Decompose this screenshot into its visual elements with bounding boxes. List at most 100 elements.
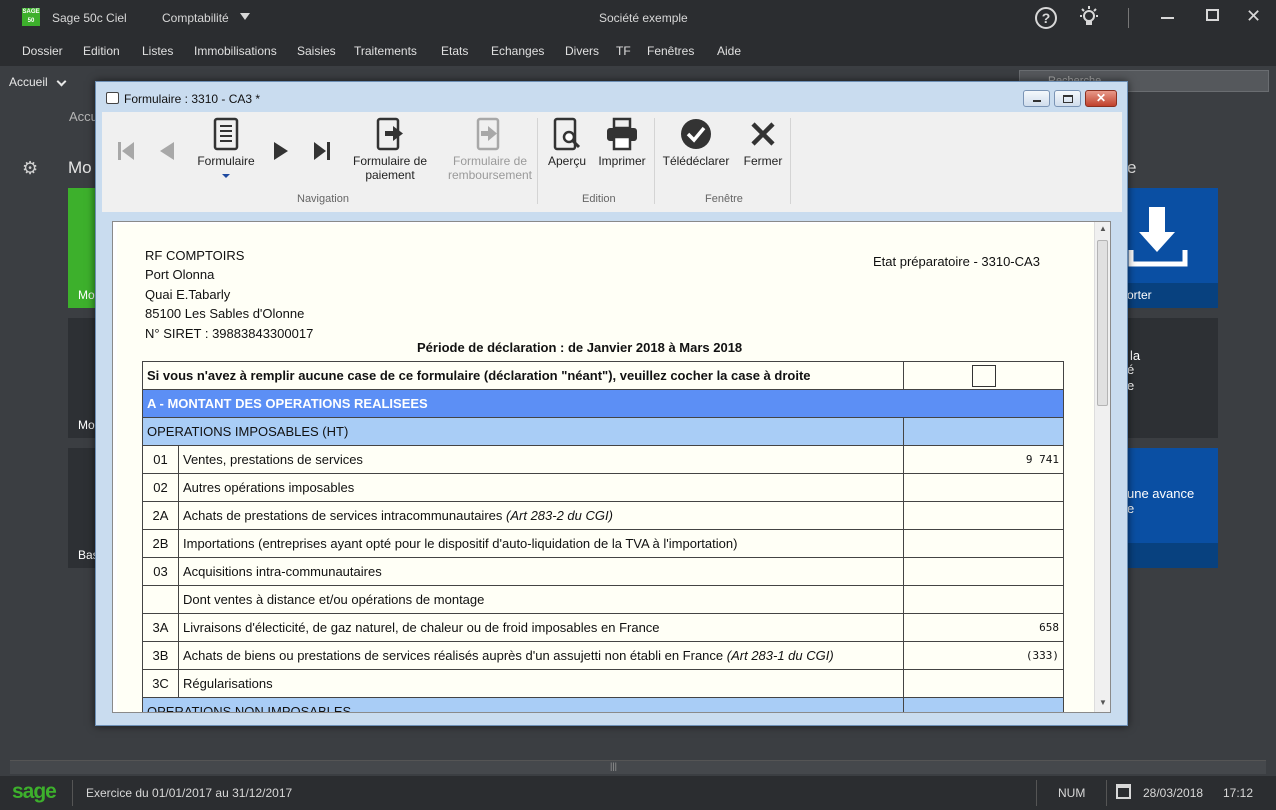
close-icon[interactable]: ✕ bbox=[1246, 6, 1261, 27]
row-value[interactable]: 9 741 bbox=[903, 445, 1064, 474]
row-code: 3C bbox=[142, 669, 179, 698]
current-date: 28/03/2018 bbox=[1143, 786, 1204, 800]
ca3-form-table: Si vous n'avez à remplir aucune case de … bbox=[142, 361, 1064, 712]
form-export-icon bbox=[376, 117, 403, 151]
module-selector[interactable]: Comptabilité bbox=[162, 11, 229, 25]
row-value[interactable] bbox=[903, 529, 1064, 558]
lightbulb-icon[interactable] bbox=[1078, 6, 1100, 30]
preview-icon bbox=[553, 117, 581, 151]
minimize-button[interactable] bbox=[1023, 90, 1050, 107]
menu-fenetres[interactable]: Fenêtres bbox=[647, 44, 694, 58]
last-record-icon[interactable] bbox=[312, 140, 332, 162]
scrollbar-thumb[interactable] bbox=[1097, 240, 1108, 406]
row-label: Régularisations bbox=[178, 669, 904, 698]
document-page: RF COMPTOIRS Port Olonna Quai E.Tabarly … bbox=[117, 224, 1094, 712]
tile-avance[interactable]: une avance e bbox=[1127, 448, 1218, 568]
tile-dark-right[interactable]: la é e bbox=[1127, 318, 1218, 438]
calendar-icon[interactable] bbox=[1116, 784, 1131, 799]
formulaire-paiement-button[interactable]: Formulaire de paiement bbox=[348, 117, 432, 182]
row-value[interactable]: (333) bbox=[903, 641, 1064, 670]
neant-label: Si vous n'avez à remplir aucune case de … bbox=[142, 361, 904, 390]
neant-checkbox[interactable] bbox=[971, 364, 996, 387]
chevron-down-icon[interactable] bbox=[240, 13, 250, 20]
maximize-icon[interactable] bbox=[1206, 9, 1219, 21]
menu-tf[interactable]: TF bbox=[616, 44, 631, 58]
next-record-icon[interactable] bbox=[272, 140, 292, 162]
previous-record-icon[interactable] bbox=[156, 140, 176, 162]
tile-dark-2[interactable]: Bas bbox=[68, 448, 99, 568]
scroll-grip-icon: ||| bbox=[610, 761, 618, 771]
document-viewer[interactable]: RF COMPTOIRS Port Olonna Quai E.Tabarly … bbox=[112, 221, 1111, 713]
row-value[interactable] bbox=[903, 669, 1064, 698]
close-icon: ✕ bbox=[1095, 91, 1107, 105]
row-label: Livraisons d'électicité, de gaz naturel,… bbox=[178, 613, 904, 642]
formulaire-button[interactable]: Formulaire bbox=[194, 117, 258, 178]
row-code: 03 bbox=[142, 557, 179, 586]
paiement-label-1: Formulaire de bbox=[352, 154, 428, 168]
row-value[interactable] bbox=[903, 585, 1064, 614]
breadcrumb: Accu bbox=[69, 109, 98, 124]
first-record-icon[interactable] bbox=[116, 140, 136, 162]
vertical-scrollbar[interactable]: ▲ ▼ bbox=[1094, 222, 1110, 712]
table-row: 2A Achats de prestations de services int… bbox=[142, 501, 1064, 530]
row-label: Importations (entreprises ayant opté pou… bbox=[178, 529, 904, 558]
neant-cell bbox=[903, 361, 1064, 390]
row-value[interactable]: 658 bbox=[903, 613, 1064, 642]
menu-traitements[interactable]: Traitements bbox=[354, 44, 417, 58]
menu-divers[interactable]: Divers bbox=[565, 44, 599, 58]
menu-immobilisations[interactable]: Immobilisations bbox=[194, 44, 277, 58]
close-icon bbox=[751, 122, 775, 146]
scroll-down-icon[interactable]: ▼ bbox=[1099, 698, 1107, 707]
tile-export[interactable]: orter bbox=[1127, 188, 1218, 308]
home-dropdown[interactable]: Accueil bbox=[9, 75, 48, 89]
tile-green[interactable]: Mo bbox=[68, 188, 98, 308]
status-separator bbox=[1106, 780, 1107, 806]
fermer-button[interactable]: Fermer bbox=[738, 117, 788, 168]
menu-aide[interactable]: Aide bbox=[717, 44, 741, 58]
subsection-non-imposables: OPERATIONS NON IMPOSABLES bbox=[142, 697, 904, 712]
apercu-button[interactable]: Aperçu bbox=[542, 117, 592, 168]
row-value[interactable] bbox=[903, 557, 1064, 586]
row-value[interactable] bbox=[903, 501, 1064, 530]
scroll-up-icon[interactable]: ▲ bbox=[1099, 224, 1107, 233]
menu-echanges[interactable]: Echanges bbox=[491, 44, 544, 58]
gear-icon[interactable]: ⚙ bbox=[22, 158, 38, 179]
row-legal-ref: (Art 283-2 du CGI) bbox=[506, 508, 613, 523]
row-value[interactable] bbox=[903, 473, 1064, 502]
chevron-down-icon[interactable] bbox=[56, 76, 67, 87]
imprimer-button[interactable]: Imprimer bbox=[594, 117, 650, 168]
table-row: 02 Autres opérations imposables bbox=[142, 473, 1064, 502]
minimize-icon[interactable] bbox=[1161, 17, 1174, 19]
row-code: 01 bbox=[142, 445, 179, 474]
address-line-1: Port Olonna bbox=[145, 267, 215, 282]
menu-edition[interactable]: Edition bbox=[83, 44, 120, 58]
download-icon bbox=[1128, 207, 1188, 267]
close-button[interactable]: ✕ bbox=[1085, 90, 1117, 107]
etat-title: Etat préparatoire - 3310-CA3 bbox=[873, 254, 1040, 269]
row-code bbox=[142, 585, 179, 614]
subsection-header: OPERATIONS IMPOSABLES (HT) bbox=[142, 417, 1064, 446]
row-legal-ref: (Art 283-1 du CGI) bbox=[726, 648, 834, 663]
status-bar: sage Exercice du 01/01/2017 au 31/12/201… bbox=[0, 776, 1276, 810]
menu-dossier[interactable]: Dossier bbox=[22, 44, 63, 58]
help-icon[interactable]: ? bbox=[1035, 7, 1057, 29]
minimize-icon bbox=[1033, 100, 1041, 102]
table-row: 03 Acquisitions intra-communautaires bbox=[142, 557, 1064, 586]
restore-button[interactable] bbox=[1054, 90, 1081, 107]
horizontal-scrollbar[interactable]: ||| bbox=[10, 760, 1266, 774]
menu-etats[interactable]: Etats bbox=[441, 44, 468, 58]
checkmark-circle-icon bbox=[681, 119, 711, 149]
teledeclarer-button[interactable]: Télédéclarer bbox=[660, 117, 732, 168]
menu-saisies[interactable]: Saisies bbox=[297, 44, 336, 58]
tile-dark-1[interactable]: Mo bbox=[68, 318, 98, 438]
row-label-cell: Achats de biens ou prestations de servic… bbox=[178, 641, 904, 670]
chevron-down-icon bbox=[222, 174, 230, 178]
menu-bar: Dossier Edition Listes Immobilisations S… bbox=[0, 36, 1276, 66]
formulaire-remboursement-button[interactable]: Formulaire de remboursement bbox=[438, 117, 542, 182]
menu-listes[interactable]: Listes bbox=[142, 44, 173, 58]
row-label: Achats de prestations de services intrac… bbox=[183, 508, 503, 523]
printer-icon bbox=[106, 92, 119, 104]
status-separator bbox=[1036, 780, 1037, 806]
address-line-2: Quai E.Tabarly bbox=[145, 287, 231, 302]
group-separator bbox=[537, 118, 538, 204]
